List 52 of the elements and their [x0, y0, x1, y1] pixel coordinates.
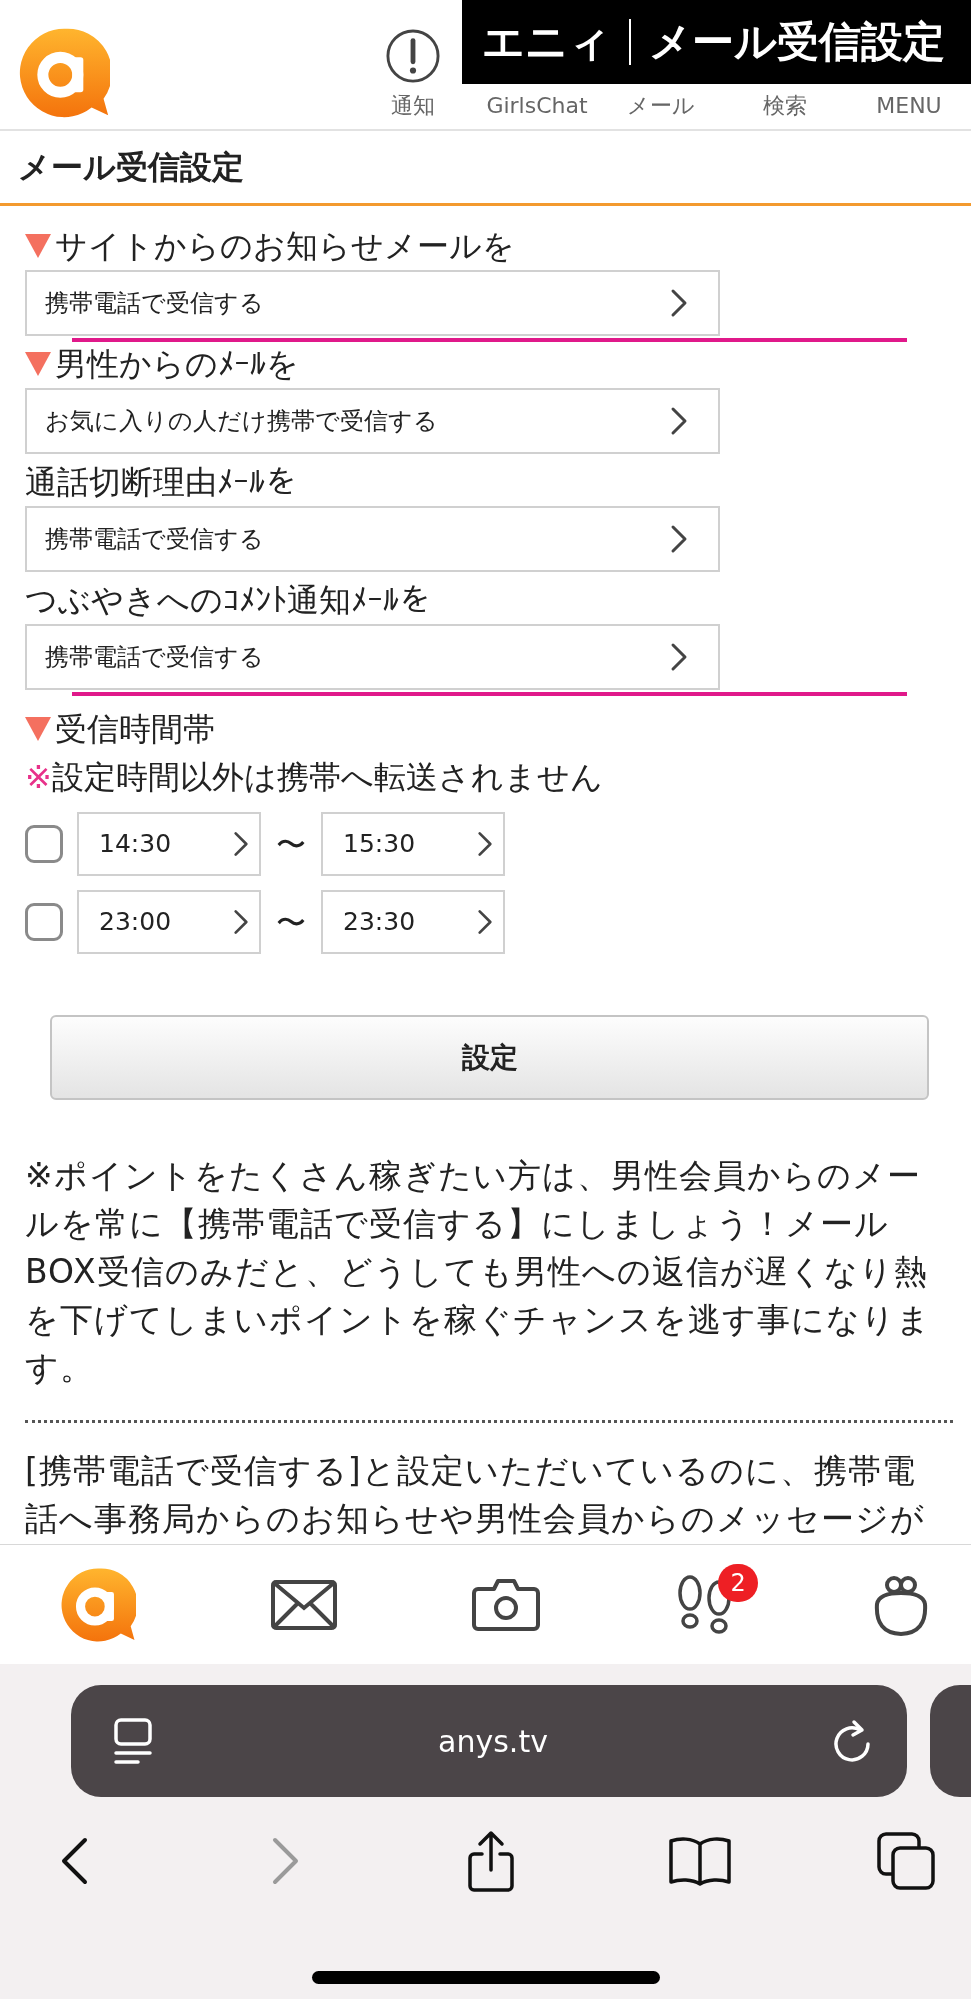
- logo-icon[interactable]: [60, 1566, 136, 1643]
- nav-label[interactable]: 検索: [763, 95, 807, 117]
- info-paragraph: [携帯電話で受信する]と設定いただいているのに、携帯電話へ事務局からのお知らせや男性会員からのメッセージが: [25, 1450, 926, 1540]
- camera-icon[interactable]: [471, 1578, 540, 1631]
- next-tab-preview[interactable]: [930, 1685, 971, 1797]
- chevron-right-icon: [233, 908, 249, 936]
- setting-label: 通話切断理由ﾒｰﾙを: [25, 464, 297, 500]
- setting-label: サイトからのお知らせメールを: [55, 228, 515, 264]
- time-select[interactable]: 23:00: [77, 890, 261, 954]
- setting-label: つぶやきへのｺﾒﾝﾄ通知ﾒｰﾙを: [25, 582, 431, 618]
- alert-icon[interactable]: [386, 29, 440, 83]
- bookmarks-icon[interactable]: [668, 1836, 732, 1886]
- notification-badge: 2: [718, 1563, 759, 1602]
- nav-label[interactable]: 通知: [391, 95, 435, 117]
- caption-brand: エニィ: [482, 21, 611, 63]
- chevron-right-icon: [670, 642, 688, 672]
- select-field[interactable]: 携帯電話で受信する: [25, 624, 720, 690]
- select-field[interactable]: 携帯電話で受信する: [25, 506, 720, 572]
- range-separator: 〜: [275, 903, 307, 942]
- time-select[interactable]: 23:30: [321, 890, 505, 954]
- tabs-icon[interactable]: [877, 1832, 935, 1890]
- mail-icon[interactable]: [270, 1579, 337, 1630]
- nav-label[interactable]: MENU: [876, 95, 942, 117]
- time-select[interactable]: 14:30: [77, 812, 261, 876]
- section-label: 受信時間帯: [55, 710, 215, 748]
- nav-label[interactable]: メール: [627, 95, 695, 117]
- logo-icon[interactable]: [18, 27, 110, 119]
- chevron-right-icon: [670, 524, 688, 554]
- time-select[interactable]: 15:30: [321, 812, 505, 876]
- back-icon[interactable]: [60, 1837, 88, 1885]
- setting-label: 男性からのﾒｰﾙを: [55, 346, 299, 382]
- page-menu-icon[interactable]: [113, 1717, 153, 1765]
- page-title: メール受信設定: [18, 147, 244, 188]
- select-field[interactable]: お気に入りの人だけ携帯で受信する: [25, 388, 720, 454]
- chevron-right-icon: [670, 406, 688, 436]
- select-field[interactable]: 携帯電話で受信する: [25, 270, 720, 336]
- chevron-right-icon: [233, 830, 249, 858]
- note-text: 設定時間以外は携帯へ転送されません: [51, 758, 603, 796]
- nav-label[interactable]: GirlsChat: [486, 95, 588, 117]
- checkbox[interactable]: [25, 903, 63, 941]
- chevron-right-icon: [670, 288, 688, 318]
- submit-button[interactable]: 設定: [50, 1015, 929, 1100]
- caption-title: メール受信設定: [649, 21, 945, 63]
- chevron-right-icon: [477, 830, 493, 858]
- checkbox[interactable]: [25, 825, 63, 863]
- chevron-right-icon: [477, 908, 493, 936]
- note-mark: ※: [25, 758, 52, 796]
- address-bar[interactable]: anys.tv: [71, 1685, 907, 1797]
- reload-icon[interactable]: [833, 1718, 873, 1764]
- info-paragraph: ※ポイントをたくさん稼ぎたい方は、男性会員からのメールを常に【携帯電話で受信する】にしましょう！メールBOX受信のみだと、どうしても男性への返信が遅くなり熱を下げてしまいポイントを稼ぐチャンスを逃す事になります。: [25, 1155, 932, 1389]
- range-separator: 〜: [275, 825, 307, 864]
- share-icon[interactable]: [466, 1830, 516, 1892]
